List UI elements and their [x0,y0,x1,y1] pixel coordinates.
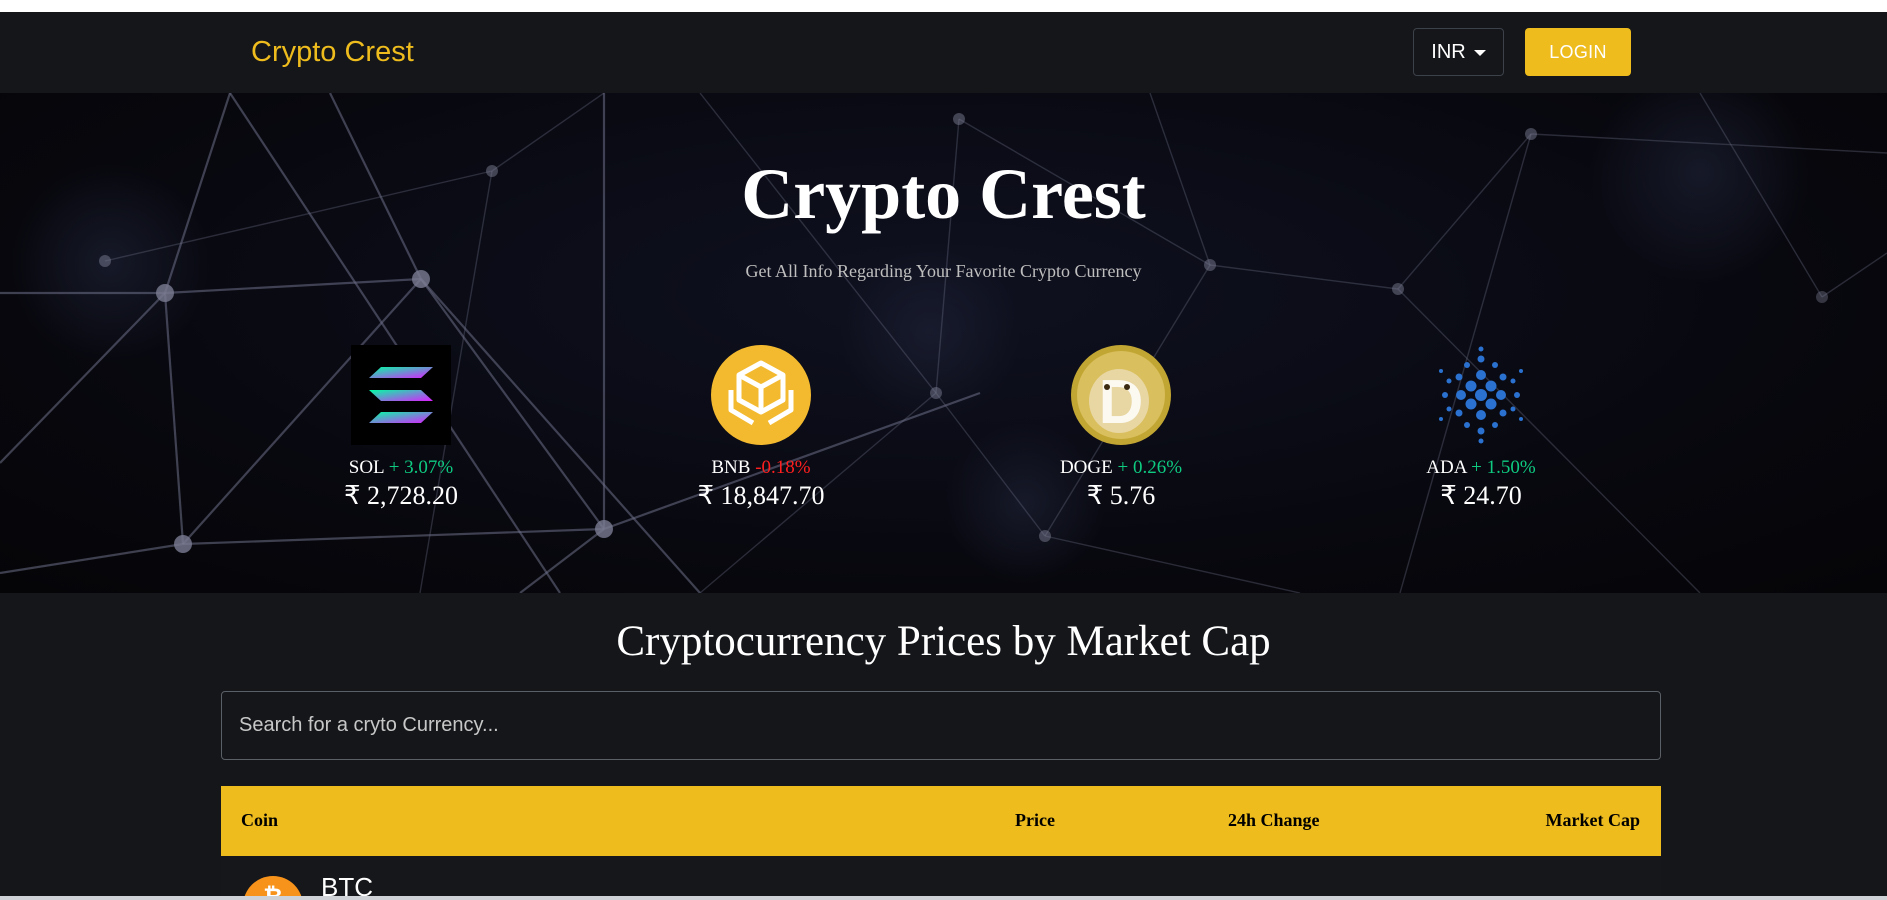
cardano-logo-icon [1439,346,1523,444]
hero-subtitle: Get All Info Regarding Your Favorite Cry… [745,261,1142,281]
column-header-market-cap: Market Cap [1545,810,1640,830]
coin-price: ₹ 2,728.20 [343,481,459,510]
coin-change: -0.18% [755,457,811,478]
solana-logo-icon [351,345,451,445]
coin-change: + 3.07% [388,457,454,478]
trending-coin-bnb[interactable]: BNB -0.18% ₹ 18,847.70 [651,345,871,511]
column-header-24h-change: 24h Change [1228,810,1320,830]
svg-text:D: D [1099,368,1144,437]
trending-coin-doge[interactable]: D DOGE + 0.26% ₹ 5.76 [1011,345,1231,511]
hero-title: Crypto Crest [741,154,1146,234]
login-button[interactable]: LOGIN [1525,28,1631,76]
hero-banner: Crypto Crest Get All Info Regarding Your… [0,93,1887,593]
coin-symbol: SOL [348,457,384,478]
horizontal-scrollbar[interactable] [0,896,1887,900]
column-header-coin: Coin [241,810,279,830]
coin-symbol-change: ADA + 1.50% [1371,457,1591,479]
coin-symbol: ADA [1426,457,1467,478]
trending-coin-ada[interactable]: ADA + 1.50% ₹ 24.70 [1371,345,1591,511]
currency-select-value: INR [1431,40,1466,63]
coin-price: ₹ 24.70 [1440,481,1522,510]
chevron-down-icon [1473,50,1486,56]
coin-symbol: DOGE [1059,457,1113,478]
coin-change: + 0.26% [1117,457,1183,478]
brand-logo-text[interactable]: Crypto Crest [251,36,414,69]
coin-symbol-change: BNB -0.18% [651,457,871,479]
currency-select[interactable]: INR [1413,28,1504,76]
coin-change: + 1.50% [1471,457,1536,478]
coin-price: ₹ 18,847.70 [697,481,825,510]
column-header-price: Price [1015,810,1055,830]
coin-symbol-change: SOL + 3.07% [291,457,511,479]
coin-price: ₹ 5.76 [1086,481,1156,510]
navbar: Crypto Crest INR LOGIN [0,12,1887,93]
table-header: Coin Price 24h Change Market Cap [221,786,1661,856]
top-strip [0,0,1887,12]
bnb-logo-icon [711,345,811,445]
search-input[interactable] [221,691,1661,760]
trending-coin-sol[interactable]: SOL + 3.07% ₹ 2,728.20 [291,345,511,511]
dogecoin-logo-icon: D [1071,345,1171,445]
coin-symbol-change: DOGE + 0.26% [1011,457,1231,479]
coin-symbol: BNB [711,457,751,478]
market-section: Cryptocurrency Prices by Market Cap Coin… [0,593,1887,900]
market-title: Cryptocurrency Prices by Market Cap [616,618,1271,665]
table-row[interactable]: ₿ BTC [221,856,1661,900]
